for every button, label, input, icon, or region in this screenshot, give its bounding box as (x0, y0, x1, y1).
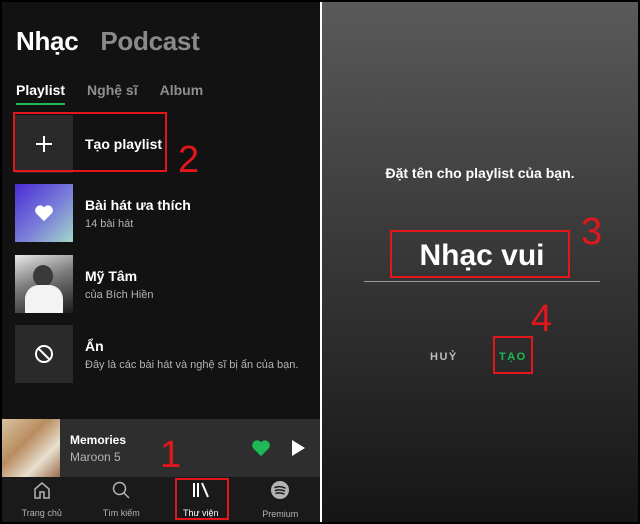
hidden-item[interactable]: Ẩn Đây là các bài hát và nghệ sĩ bị ẩn c… (15, 325, 315, 383)
search-icon (112, 481, 130, 504)
tab-artists[interactable]: Nghệ sĩ (87, 82, 138, 105)
play-icon[interactable] (290, 439, 306, 462)
nav-home[interactable]: Trang chủ (2, 477, 82, 522)
liked-songs-title: Bài hát ưa thích (85, 196, 191, 213)
annotation-number-1: 1 (160, 434, 182, 476)
tab-podcast[interactable]: Podcast (100, 26, 199, 57)
nav-premium[interactable]: Premium (241, 477, 321, 522)
annotation-box-name-input (390, 230, 570, 278)
annotation-box-create-playlist (13, 112, 167, 172)
hidden-description: Đây là các bài hát và nghệ sĩ bị ẩn của … (85, 358, 299, 371)
hidden-title: Ẩn (85, 337, 104, 354)
nav-home-label: Trang chủ (21, 508, 62, 518)
annotation-box-library (175, 478, 229, 520)
artist-photo (15, 255, 73, 313)
nav-search-label: Tìm kiếm (102, 508, 140, 518)
create-playlist-dialog: Đặt tên cho playlist của bạn. HUỶ TẠO 3 … (322, 2, 638, 522)
bottom-nav: Trang chủ Tìm kiếm Thư viện Premium (2, 477, 320, 522)
annotation-number-3: 3 (581, 211, 603, 253)
block-icon (15, 325, 73, 383)
library-panel: Nhạc Podcast Playlist Nghệ sĩ Album Tạo … (2, 2, 320, 522)
heart-icon[interactable] (251, 439, 271, 462)
album-art (2, 419, 60, 477)
dialog-prompt: Đặt tên cho playlist của bạn. (385, 165, 575, 181)
track-title: Memories (70, 432, 127, 447)
tab-playlist[interactable]: Playlist (16, 82, 66, 105)
liked-songs-count: 14 bài hát (85, 217, 134, 230)
playlist-owner: của Bích Hiền (85, 288, 154, 301)
nav-search[interactable]: Tìm kiếm (82, 477, 162, 522)
liked-songs-item[interactable]: Bài hát ưa thích 14 bài hát (15, 184, 315, 242)
home-icon (32, 481, 52, 504)
sub-tabs: Playlist Nghệ sĩ Album (16, 82, 203, 105)
nav-premium-label: Premium (262, 509, 299, 519)
annotation-box-create-button (493, 336, 533, 374)
tab-album[interactable]: Album (160, 82, 204, 105)
annotation-number-2: 2 (178, 139, 200, 181)
cancel-button[interactable]: HUỶ (430, 351, 458, 363)
spotify-icon (270, 480, 290, 505)
playlist-item-my-tam[interactable]: Mỹ Tâm của Bích Hiền (15, 255, 315, 313)
top-tabs: Nhạc Podcast (16, 26, 200, 57)
heart-icon (15, 184, 73, 242)
track-artist: Maroon 5 (70, 449, 121, 464)
tab-music[interactable]: Nhạc (16, 26, 79, 57)
annotation-number-4: 4 (531, 298, 553, 340)
playlist-title: Mỹ Tâm (85, 267, 138, 284)
